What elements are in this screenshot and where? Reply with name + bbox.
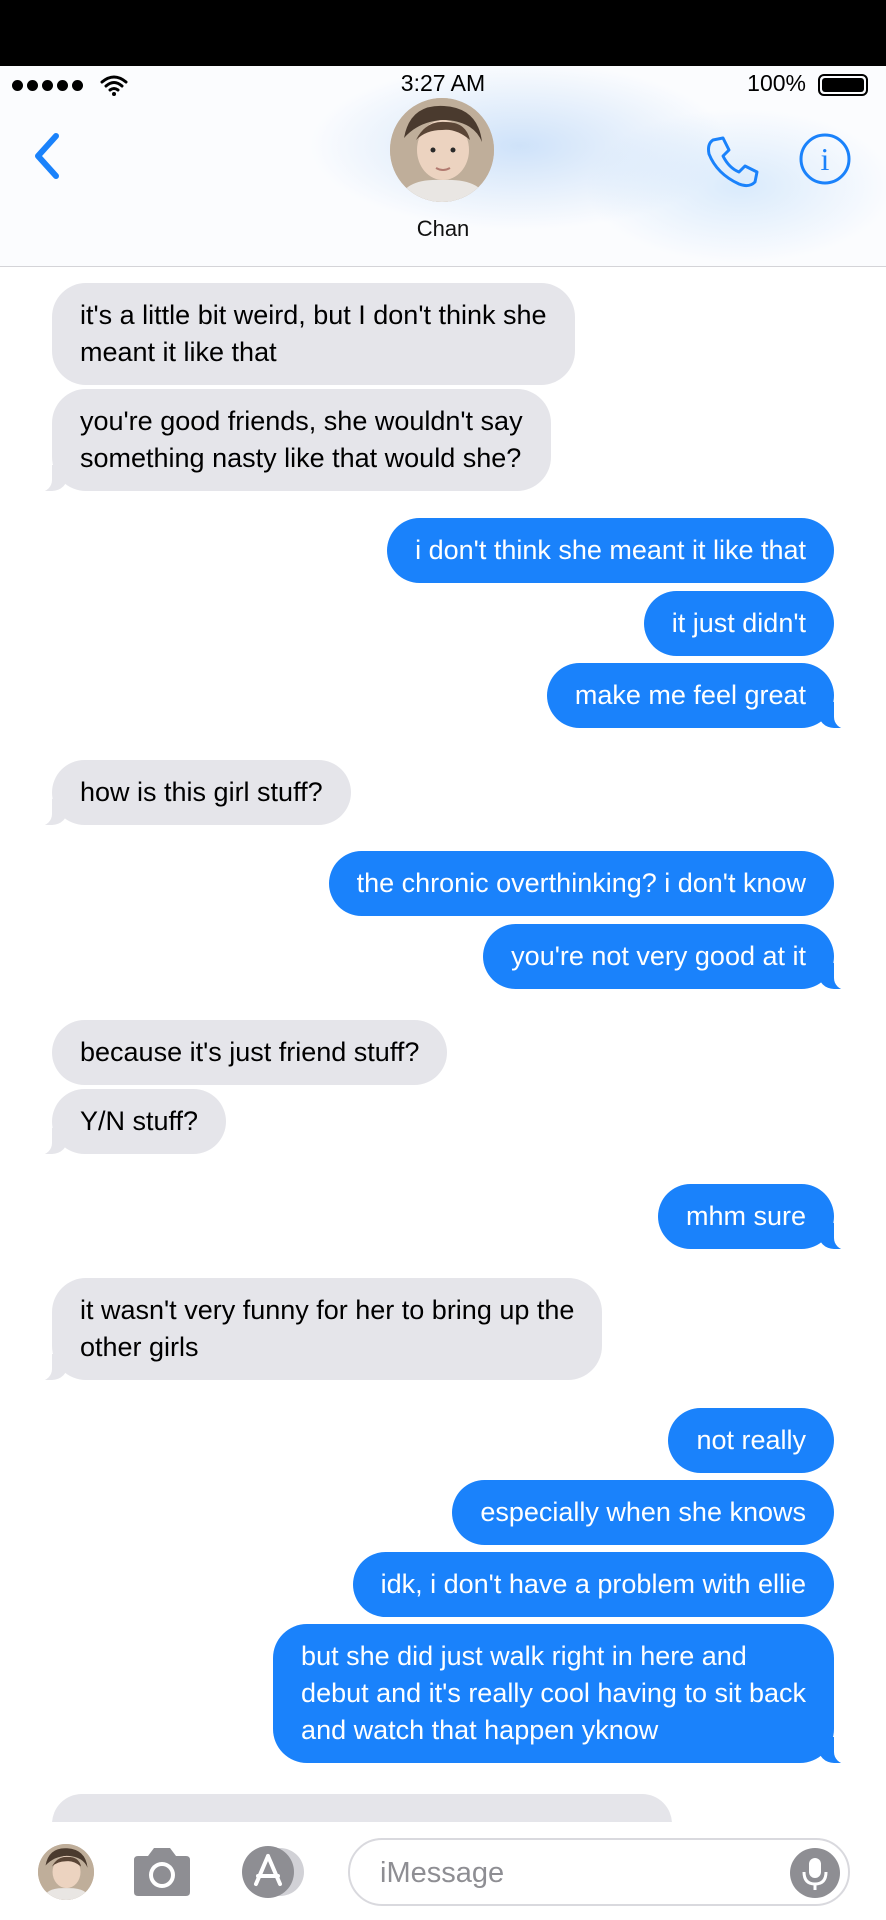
- message-bubble-incoming-partial[interactable]: [52, 1794, 672, 1822]
- battery-icon: [818, 74, 868, 96]
- status-bar: 3:27 AM 100%: [0, 66, 886, 102]
- battery-percentage: 100%: [747, 70, 806, 96]
- microphone-icon[interactable]: [790, 1848, 840, 1898]
- back-chevron-icon[interactable]: [28, 128, 68, 184]
- message-text: not really: [696, 1425, 806, 1455]
- message-bubble-outgoing[interactable]: but she did just walk right in here and …: [273, 1624, 856, 1764]
- contact-avatar[interactable]: [390, 98, 494, 202]
- message-bubble-outgoing[interactable]: the chronic overthinking? i don't know: [328, 851, 834, 916]
- message-bubble-incoming[interactable]: Y/N stuff?: [29, 1089, 227, 1155]
- message-text: you're not very good at it: [511, 941, 806, 971]
- message-text: how is this girl stuff?: [80, 777, 323, 807]
- message-text: because it's just friend stuff?: [80, 1037, 420, 1067]
- camera-icon[interactable]: [130, 1844, 194, 1900]
- message-text: idk, i don't have a problem with ellie: [380, 1569, 806, 1599]
- info-icon[interactable]: i: [798, 132, 852, 186]
- message-bubble-outgoing[interactable]: it just didn't: [643, 591, 834, 656]
- contact-name[interactable]: Chan: [0, 216, 886, 242]
- message-text: it just didn't: [671, 608, 806, 638]
- svg-text:i: i: [821, 141, 830, 177]
- message-text: but she did just walk right in here and …: [301, 1641, 806, 1745]
- message-bubble-outgoing[interactable]: idk, i don't have a problem with ellie: [352, 1552, 834, 1617]
- message-text: mhm sure: [685, 1201, 806, 1231]
- message-text: you're good friends, she wouldn't say so…: [80, 406, 523, 473]
- message-bubble-incoming[interactable]: because it's just friend stuff?: [52, 1020, 448, 1085]
- message-bubble-incoming[interactable]: it wasn't very funny for her to bring up…: [29, 1278, 603, 1381]
- app-store-icon[interactable]: [236, 1844, 312, 1900]
- message-bubble-outgoing[interactable]: mhm sure: [657, 1184, 857, 1250]
- message-text: it's a little bit weird, but I don't thi…: [80, 300, 547, 367]
- message-text: Y/N stuff?: [80, 1106, 199, 1136]
- message-composer: iMessage: [0, 1822, 886, 1920]
- message-bubble-outgoing[interactable]: make me feel great: [546, 663, 857, 729]
- message-text: i don't think she meant it like that: [415, 535, 806, 565]
- message-text: it wasn't very funny for her to bring up…: [80, 1295, 575, 1362]
- message-bubble-outgoing[interactable]: not really: [668, 1408, 834, 1473]
- phone-icon[interactable]: [703, 132, 761, 190]
- message-bubble-incoming[interactable]: how is this girl stuff?: [30, 760, 351, 826]
- imessage-input[interactable]: iMessage: [348, 1838, 850, 1906]
- top-black-bar: [0, 0, 886, 66]
- message-text: especially when she knows: [480, 1497, 806, 1527]
- message-bubble-outgoing[interactable]: especially when she knows: [452, 1480, 834, 1545]
- memoji-avatar-button[interactable]: [38, 1844, 94, 1900]
- conversation-header: 3:27 AM 100% Chan i: [0, 66, 886, 267]
- message-text: the chronic overthinking? i don't know: [356, 868, 806, 898]
- message-bubble-incoming[interactable]: you're good friends, she wouldn't say so…: [30, 389, 551, 492]
- message-bubble-outgoing[interactable]: you're not very good at it: [483, 924, 856, 990]
- message-bubble-incoming[interactable]: it's a little bit weird, but I don't thi…: [52, 283, 575, 385]
- imessage-placeholder: iMessage: [380, 1857, 505, 1889]
- message-text: make me feel great: [574, 680, 806, 710]
- message-thread[interactable]: it's a little bit weird, but I don't thi…: [0, 266, 886, 1822]
- message-bubble-outgoing[interactable]: i don't think she meant it like that: [387, 518, 834, 583]
